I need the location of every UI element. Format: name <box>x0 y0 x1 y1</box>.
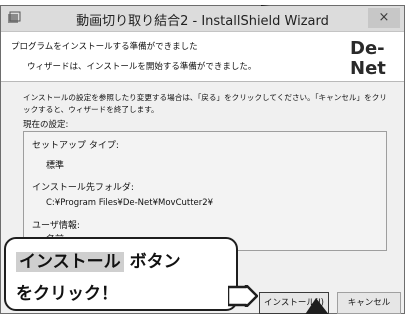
header-title: プログラムをインストールする準備ができました <box>11 42 198 52</box>
de-net-logo: De- Net <box>348 36 394 78</box>
logo-text-bottom: Net <box>350 58 386 78</box>
setup-type-value: 標準 <box>46 161 65 171</box>
callout-line-1: インストール ボタン <box>16 247 181 272</box>
callout-arrow-icon <box>228 285 258 307</box>
cancel-button[interactable]: キャンセル <box>337 292 401 314</box>
title-bar[interactable]: 動画切り取り結合2 - InstallShield Wizard × <box>1 6 404 32</box>
instruction-callout: インストール ボタン をクリック！ <box>4 237 238 311</box>
wizard-header: プログラムをインストールする準備ができました ウィザードは、インストールを開始す… <box>1 32 404 82</box>
settings-summary-box[interactable]: セットアップ タイプ: 標準 インストール先フォルダ: C:¥Program F… <box>23 131 387 251</box>
callout-line-1-rest: ボタン <box>123 252 181 272</box>
header-subtitle: ウィザードは、インストールを開始する準備ができました。 <box>27 62 257 72</box>
user-info-label: ユーザ情報: <box>32 221 80 231</box>
logo-text-top: De- <box>350 38 385 59</box>
installer-app-icon <box>8 11 21 23</box>
close-button[interactable]: × <box>368 8 400 28</box>
callout-highlight: インストール <box>16 252 124 272</box>
setup-type-label: セットアップ タイプ: <box>32 141 119 151</box>
callout-line-2: をクリック！ <box>16 284 118 304</box>
mouse-cursor-icon <box>305 298 329 314</box>
window-title: 動画切り取り結合2 - InstallShield Wizard <box>76 14 329 29</box>
current-settings-label: 現在の設定: <box>23 120 69 130</box>
install-folder-label: インストール先フォルダ: <box>32 183 134 193</box>
instructions-text: インストールの設定を参照したり変更する場合は、「戻る」をクリックしてください。「… <box>23 93 387 114</box>
install-folder-value: C:¥Program Files¥De-Net¥MovCutter2¥ <box>46 198 214 208</box>
